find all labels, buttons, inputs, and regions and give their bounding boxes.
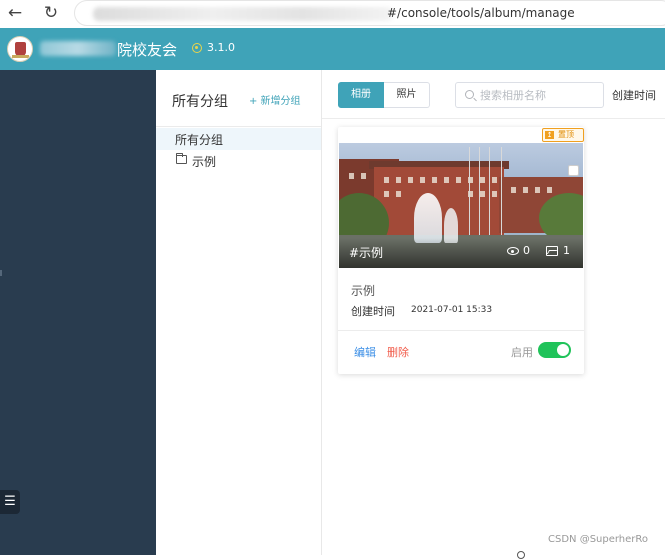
arrow-left-icon[interactable]: ←	[4, 2, 26, 24]
image-icon	[546, 246, 558, 256]
search-box	[455, 82, 604, 108]
version-icon	[192, 43, 202, 53]
reload-icon[interactable]: ↻	[40, 2, 62, 24]
photo-count: 1	[563, 244, 570, 257]
created-time-label: 创建时间	[351, 305, 395, 318]
watermark: CSDN @SuperherRo	[548, 534, 649, 545]
select-checkbox[interactable]	[568, 165, 579, 176]
group-panel: 所有分组 + 新增分组 所有分组 示例	[156, 70, 322, 555]
tab-photo[interactable]: 照片	[384, 82, 430, 108]
enable-toggle[interactable]	[538, 342, 571, 358]
delete-button[interactable]: 删除	[387, 344, 409, 360]
add-group-button[interactable]: + 新增分组	[249, 92, 301, 107]
group-item-label: 所有分组	[175, 133, 224, 147]
album-main: 相册 照片 创建时间 ↥ 置顶	[322, 70, 665, 555]
school-logo[interactable]	[7, 36, 33, 62]
address-bar[interactable]: #/console/tools/album/manage	[74, 0, 665, 26]
divider	[322, 118, 665, 119]
view-count: 0	[523, 244, 530, 257]
url-text: #/console/tools/album/manage	[387, 6, 575, 20]
search-input[interactable]	[480, 87, 600, 103]
app-header: 院校友会 3.1.0	[0, 28, 665, 70]
list-icon[interactable]: ☰	[0, 490, 20, 514]
enable-label: 启用	[511, 346, 533, 359]
created-time-value: 2021-07-01 15:33	[411, 305, 493, 315]
org-name: 院校友会	[117, 41, 178, 59]
group-item-demo[interactable]: 示例	[156, 150, 321, 172]
pin-badge: ↥ 置顶	[542, 128, 584, 142]
divider	[156, 126, 321, 127]
sidebar: ☰	[0, 70, 156, 555]
browser-toolbar: ← ↻ #/console/tools/album/manage	[0, 0, 665, 28]
edit-button[interactable]: 编辑	[354, 344, 376, 360]
eye-icon	[507, 247, 519, 255]
divider	[338, 330, 584, 331]
sort-by-created-time[interactable]: 创建时间	[612, 87, 656, 103]
group-item-label: 示例	[192, 155, 217, 169]
album-name: 示例	[351, 284, 376, 298]
version-number: 3.1.0	[207, 41, 235, 54]
sidebar-marker	[0, 270, 2, 276]
group-panel-title: 所有分组	[172, 94, 228, 110]
url-redacted	[93, 7, 393, 21]
album-card[interactable]: ↥ 置顶 #示例 0 1 示例 创建时间 2021-07-01 15:33 编辑…	[338, 127, 584, 374]
cover-tag: #示例	[349, 246, 384, 260]
tab-album[interactable]: 相册	[338, 82, 384, 108]
album-cover-image[interactable]: #示例 0 1	[339, 143, 583, 268]
folder-icon	[176, 153, 187, 164]
search-icon	[465, 90, 474, 99]
org-name-redacted	[40, 41, 116, 56]
scroll-indicator	[517, 551, 525, 559]
group-item-all[interactable]: 所有分组	[156, 128, 321, 150]
pin-top-icon: ↥	[545, 131, 554, 139]
